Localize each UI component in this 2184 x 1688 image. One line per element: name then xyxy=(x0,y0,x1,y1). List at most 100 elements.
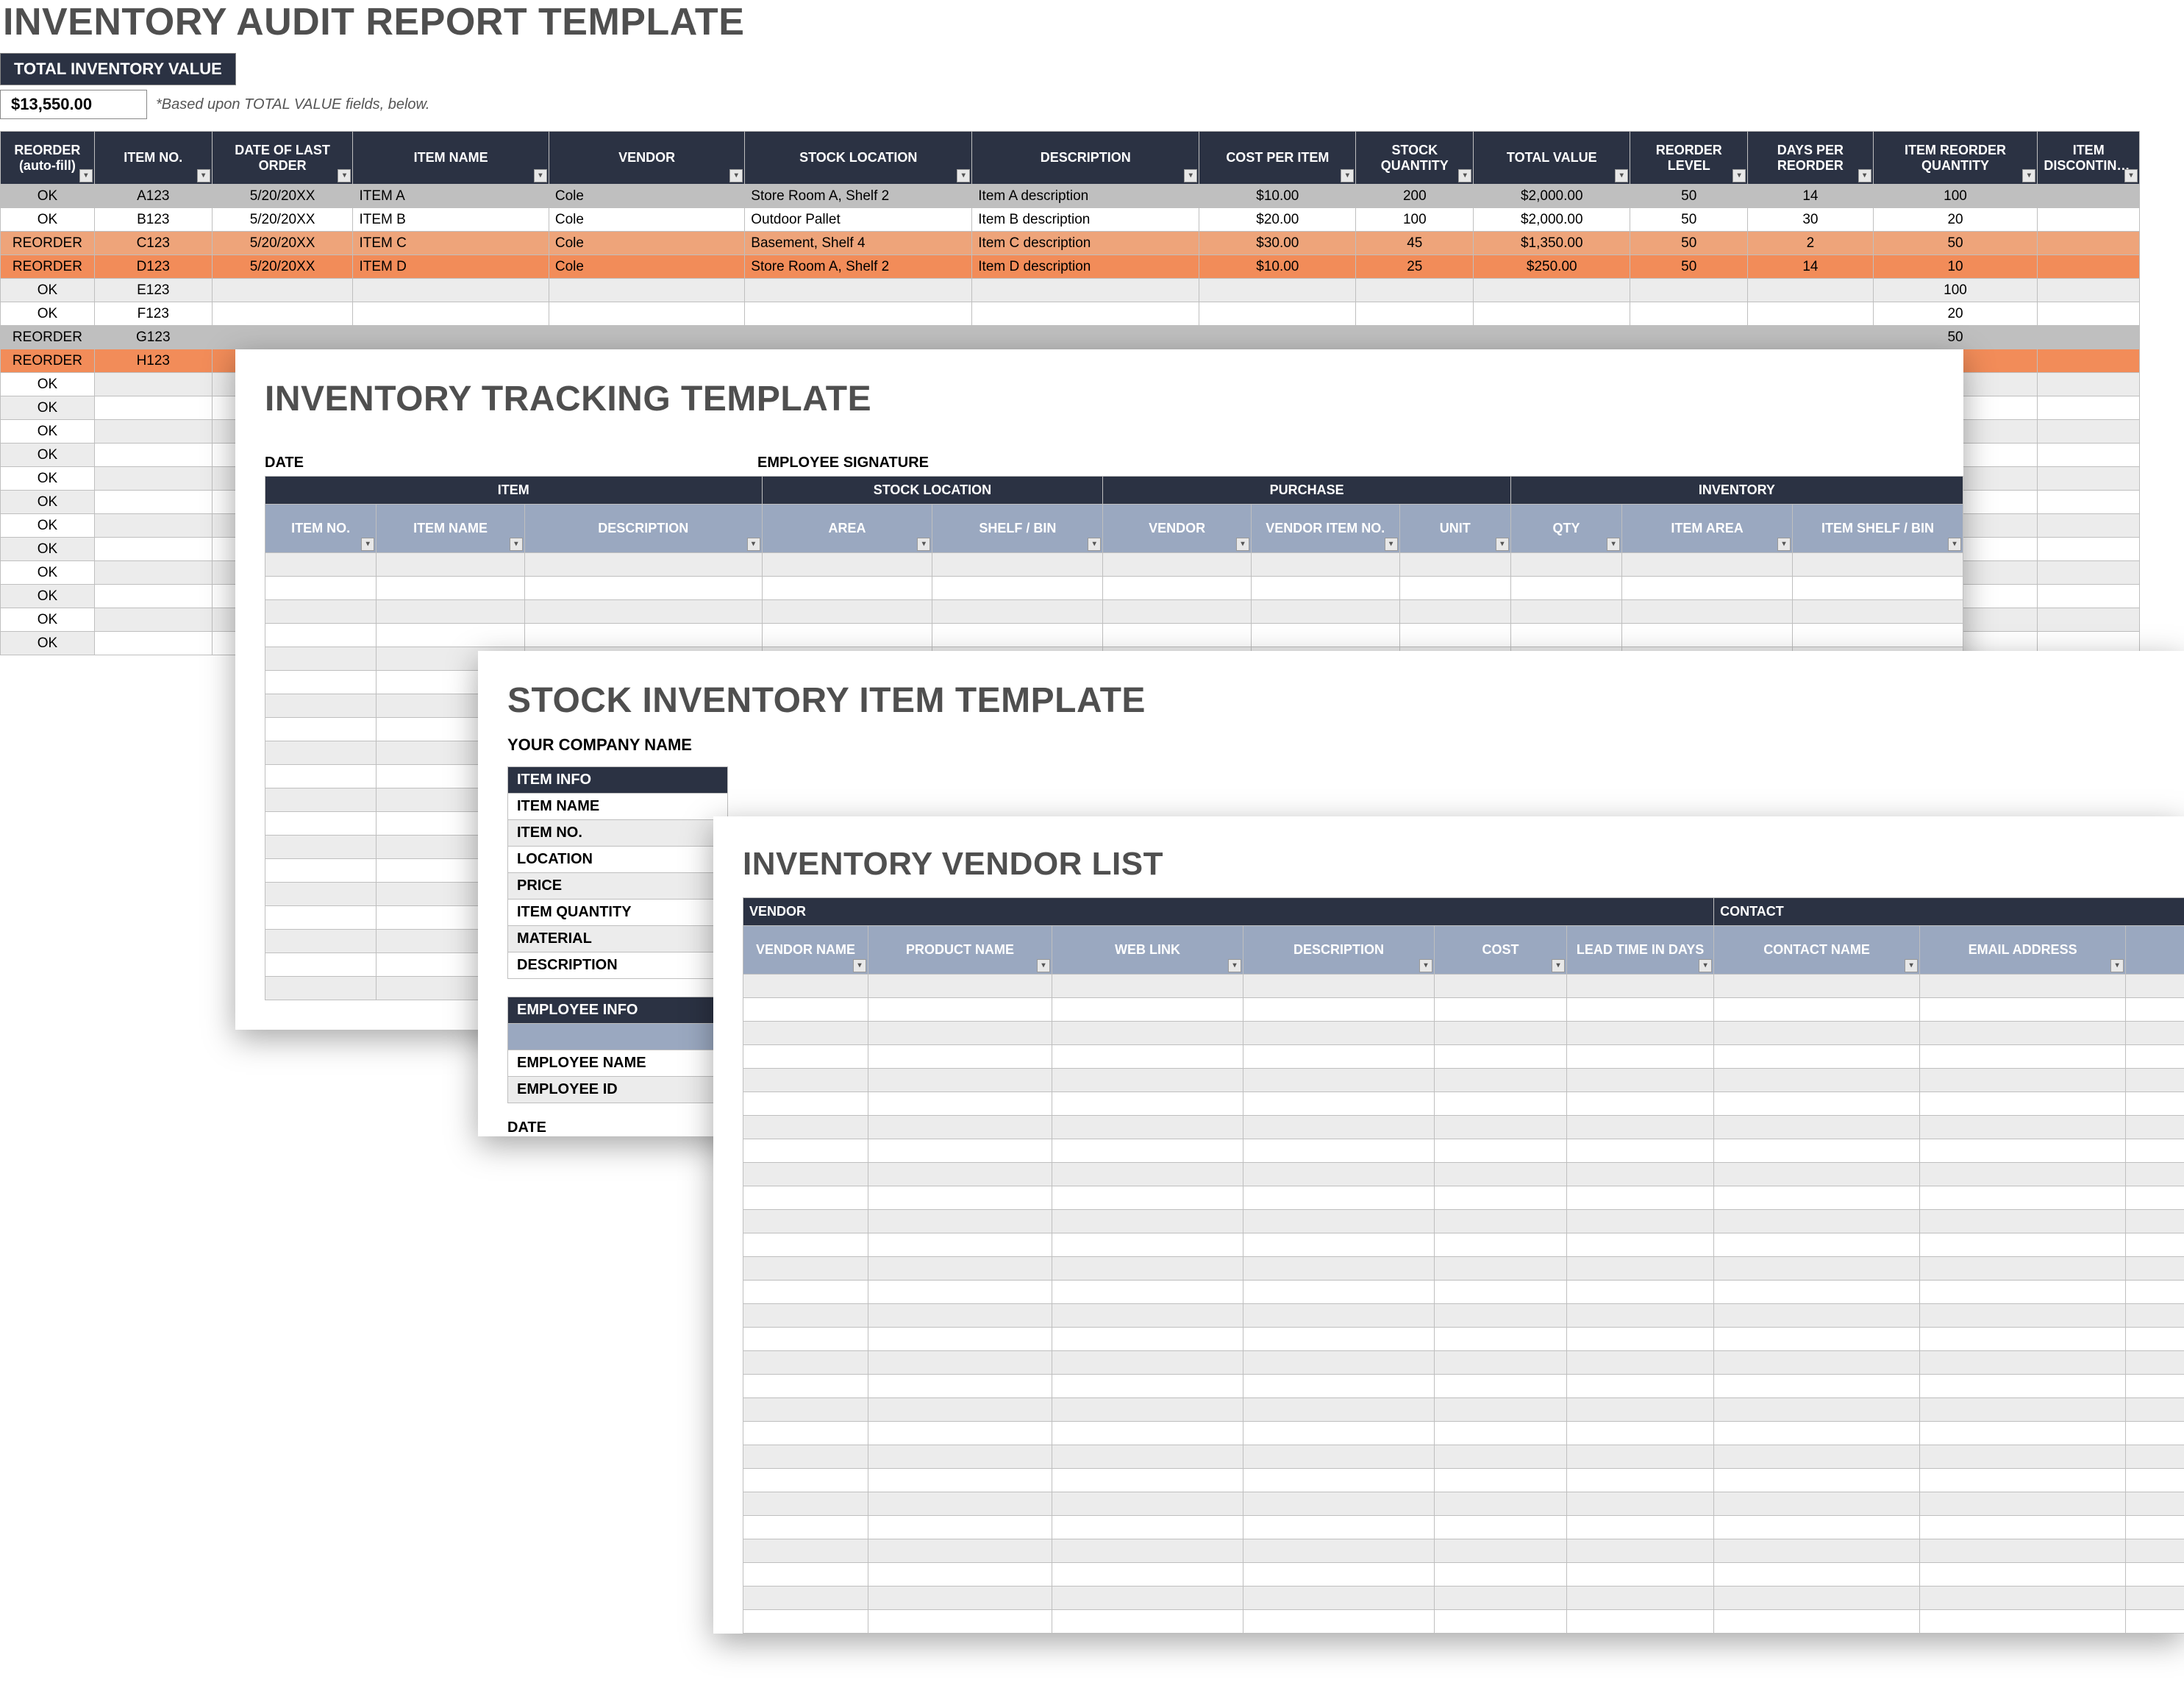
cell[interactable] xyxy=(2126,1092,2184,1116)
column-header[interactable]: ITEM NO.▾ xyxy=(265,505,377,553)
cell[interactable] xyxy=(265,906,377,930)
cell[interactable] xyxy=(1052,1210,1243,1233)
cell[interactable]: OK xyxy=(1,514,95,538)
filter-dropdown-icon[interactable]: ▾ xyxy=(1236,538,1249,551)
vendor-row[interactable] xyxy=(743,1469,2184,1492)
cell[interactable] xyxy=(1714,1351,1920,1375)
cell[interactable] xyxy=(2126,1281,2184,1304)
cell[interactable] xyxy=(1920,1022,2126,1045)
vendor-row[interactable] xyxy=(743,1445,2184,1469)
column-header[interactable]: ITEM AREA▾ xyxy=(1622,505,1793,553)
filter-dropdown-icon[interactable]: ▾ xyxy=(1228,959,1241,972)
cell[interactable] xyxy=(868,1304,1052,1328)
cell[interactable]: D123 xyxy=(94,255,212,279)
cell[interactable] xyxy=(932,624,1103,647)
vendor-row[interactable] xyxy=(743,1210,2184,1233)
cell[interactable]: Item C description xyxy=(972,232,1199,255)
cell[interactable] xyxy=(1243,1257,1435,1281)
column-header[interactable]: STOCK QUANTITY▾ xyxy=(1356,132,1474,185)
filter-dropdown-icon[interactable]: ▾ xyxy=(361,538,374,551)
audit-row[interactable]: REORDERG12350 xyxy=(1,326,2140,349)
filter-dropdown-icon[interactable]: ▾ xyxy=(1341,169,1354,182)
cell[interactable] xyxy=(524,600,762,624)
cell[interactable] xyxy=(868,1586,1052,1610)
column-header[interactable]: PRODUCT NAME▾ xyxy=(868,926,1052,975)
cell[interactable] xyxy=(1435,1492,1567,1516)
cell[interactable]: 45 xyxy=(1356,232,1474,255)
cell[interactable] xyxy=(1052,1492,1243,1516)
cell[interactable] xyxy=(1622,600,1793,624)
cell[interactable] xyxy=(762,553,932,577)
cell[interactable] xyxy=(1435,1069,1567,1092)
cell[interactable]: REORDER xyxy=(1,232,95,255)
cell[interactable] xyxy=(2126,1351,2184,1375)
cell[interactable]: OK xyxy=(1,302,95,326)
cell[interactable] xyxy=(1243,1351,1435,1375)
cell[interactable] xyxy=(1567,1116,1714,1139)
cell[interactable] xyxy=(1435,1539,1567,1563)
cell[interactable] xyxy=(868,1022,1052,1045)
cell[interactable]: 2 xyxy=(1748,232,1873,255)
cell[interactable] xyxy=(1399,577,1510,600)
cell[interactable] xyxy=(1243,1563,1435,1586)
cell[interactable] xyxy=(1714,1516,1920,1539)
cell[interactable] xyxy=(1567,1210,1714,1233)
filter-dropdown-icon[interactable]: ▾ xyxy=(1948,538,1961,551)
vendor-row[interactable] xyxy=(743,1539,2184,1563)
cell[interactable] xyxy=(1243,1116,1435,1139)
cell[interactable]: 5/20/20XX xyxy=(212,208,353,232)
cell[interactable] xyxy=(1567,1610,1714,1634)
cell[interactable]: OK xyxy=(1,373,95,396)
cell[interactable] xyxy=(743,1069,868,1092)
cell[interactable] xyxy=(1435,1257,1567,1281)
cell[interactable] xyxy=(1920,1351,2126,1375)
cell[interactable] xyxy=(2126,1469,2184,1492)
cell[interactable] xyxy=(1435,1092,1567,1116)
cell[interactable] xyxy=(1920,1375,2126,1398)
filter-dropdown-icon[interactable]: ▾ xyxy=(747,538,760,551)
cell[interactable] xyxy=(212,326,353,349)
cell[interactable] xyxy=(1714,998,1920,1022)
cell[interactable]: OK xyxy=(1,420,95,444)
cell[interactable] xyxy=(1052,1281,1243,1304)
cell[interactable] xyxy=(743,1163,868,1186)
cell[interactable] xyxy=(1793,600,1963,624)
cell[interactable] xyxy=(1567,1375,1714,1398)
cell[interactable]: OK xyxy=(1,396,95,420)
cell[interactable] xyxy=(1243,1139,1435,1163)
cell[interactable] xyxy=(1243,1304,1435,1328)
filter-dropdown-icon[interactable]: ▾ xyxy=(1615,169,1628,182)
cell[interactable] xyxy=(868,1492,1052,1516)
cell[interactable] xyxy=(743,1304,868,1328)
cell[interactable]: 50 xyxy=(1630,208,1748,232)
column-header[interactable]: TOTAL VALUE▾ xyxy=(1474,132,1630,185)
cell[interactable] xyxy=(1052,975,1243,998)
cell[interactable] xyxy=(2038,255,2140,279)
filter-dropdown-icon[interactable]: ▾ xyxy=(729,169,743,182)
cell[interactable] xyxy=(1714,1469,1920,1492)
cell[interactable] xyxy=(524,553,762,577)
cell[interactable]: 50 xyxy=(1873,326,2038,349)
vendor-row[interactable] xyxy=(743,1092,2184,1116)
cell[interactable] xyxy=(1399,624,1510,647)
column-header[interactable]: DESCRIPTION▾ xyxy=(972,132,1199,185)
cell[interactable] xyxy=(1920,1563,2126,1586)
column-header[interactable]: VENDOR▾ xyxy=(549,132,744,185)
cell[interactable] xyxy=(1243,1586,1435,1610)
cell[interactable] xyxy=(743,1328,868,1351)
cell[interactable] xyxy=(1567,1069,1714,1092)
cell[interactable] xyxy=(1714,1445,1920,1469)
cell[interactable] xyxy=(1714,1563,1920,1586)
vendor-row[interactable] xyxy=(743,975,2184,998)
cell[interactable] xyxy=(1622,624,1793,647)
cell[interactable]: OK xyxy=(1,608,95,632)
cell[interactable] xyxy=(1474,326,1630,349)
cell[interactable] xyxy=(1567,1139,1714,1163)
cell[interactable] xyxy=(1251,600,1399,624)
cell[interactable] xyxy=(2038,396,2140,420)
vendor-row[interactable] xyxy=(743,1351,2184,1375)
cell[interactable] xyxy=(868,1139,1052,1163)
cell[interactable] xyxy=(1630,302,1748,326)
cell[interactable] xyxy=(94,538,212,561)
cell[interactable]: 10 xyxy=(1873,255,2038,279)
